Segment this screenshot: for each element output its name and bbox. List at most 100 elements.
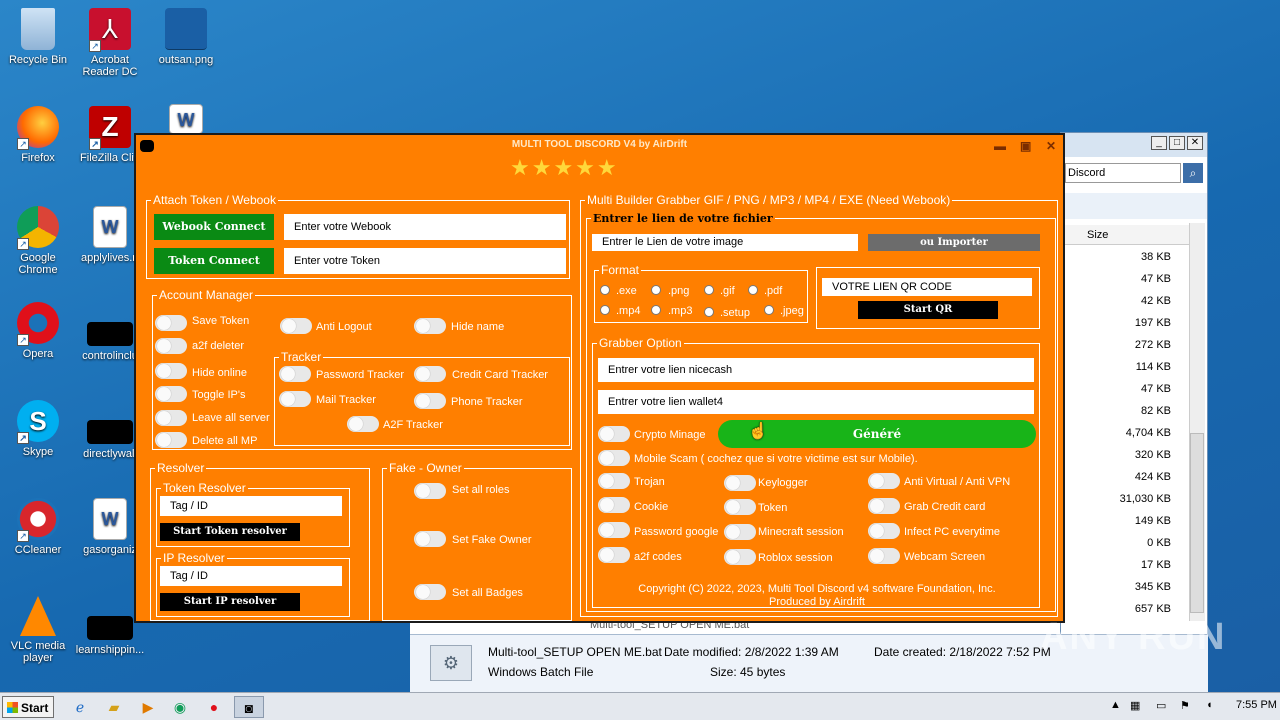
radio-mp3[interactable] [651,305,661,315]
maximize-icon[interactable]: ▣ [1020,139,1031,153]
tracker-legend: Tracker [281,350,322,364]
tray-flag-icon[interactable]: ⚑ [1180,699,1190,712]
details-size: Size: 45 bytes [710,665,786,679]
start-button[interactable]: Start [2,696,54,718]
tray-battery-icon[interactable]: ▭ [1156,699,1166,712]
toggle-webcam-screen[interactable] [868,548,900,564]
toggle-mobile-scam[interactable] [598,450,630,466]
start-qr-button[interactable]: Start QR [858,301,998,319]
minimize-icon[interactable]: ▬ [994,139,1006,153]
radio-gif[interactable] [704,285,714,295]
toggle-minecraft-session[interactable] [724,524,756,540]
toggle-save-token[interactable] [155,315,187,331]
toggle-roblox-session[interactable] [724,549,756,565]
toggle-a2f-deleter[interactable] [155,338,187,354]
toggle-anti-logout[interactable] [280,318,312,334]
desktop-icon-chrome[interactable]: ↗ Google Chrome [0,206,76,276]
toggle-label: Password google [634,526,719,538]
toggle-a2f-codes[interactable] [598,547,630,563]
toggle-delete-all-mp[interactable] [155,432,187,448]
toggle-toggle-ips[interactable] [155,386,187,402]
wallet-input[interactable]: Entrer votre lien wallet4 [598,390,1034,414]
toggle-keylogger[interactable] [724,475,756,491]
qr-panel [816,267,1040,329]
desktop-icon-ccleaner[interactable]: ↗ CCleaner [0,498,76,556]
toggle-phone-tracker[interactable] [414,393,446,409]
toggle-trojan[interactable] [598,473,630,489]
desktop-icon-acrobat[interactable]: ⅄ ↗ Acrobat Reader DC [72,8,148,78]
folder-icon[interactable]: ▰ [100,696,128,718]
maximize-icon[interactable]: □ [1169,136,1185,150]
radio-label: .pdf [764,285,783,297]
explorer-address-bar[interactable]: Discord [1065,163,1181,183]
webook-input[interactable]: Enter votre Webook [284,214,566,240]
radio-setup[interactable] [704,307,714,317]
desktop-icon-firefox[interactable]: ↗ Firefox [0,106,76,164]
toggle-leave-all-server[interactable] [155,410,187,426]
opera-taskbar-icon[interactable]: ● [200,696,228,718]
tray-volume-icon[interactable]: ◖ [1206,699,1213,711]
close-icon[interactable]: ✕ [1187,136,1203,150]
toggle-label: Grab Credit card [904,501,986,513]
start-ip-resolver-button[interactable]: Start IP resolver [160,593,300,611]
tray-arrow-icon[interactable]: ▲ [1110,699,1121,711]
file-link-legend: Entrer le lien de votre fichier [593,212,773,225]
toggle-cookie[interactable] [598,497,630,513]
token-input[interactable]: Enter votre Token [284,248,566,274]
size-cell: 424 KB [1134,471,1171,483]
toggle-a2f-tracker[interactable] [347,416,379,432]
radio-pdf[interactable] [748,285,758,295]
desktop-icon-skype[interactable]: S ↗ Skype [0,400,76,458]
scrollbar-thumb[interactable] [1190,433,1204,613]
word-doc-icon: W [93,206,127,248]
token-connect-button[interactable]: Token Connect [154,248,274,274]
webook-connect-button[interactable]: Webook Connect [154,214,274,240]
radio-mp4[interactable] [600,305,610,315]
discord-taskbar-icon[interactable]: ◙ [234,696,264,718]
radio-png[interactable] [651,285,661,295]
recycle-bin-icon [21,8,55,50]
qr-link-input[interactable]: VOTRE LIEN QR CODE [822,278,1032,296]
toggle-set-all-badges[interactable] [414,584,446,600]
toggle-set-all-roles[interactable] [414,483,446,499]
ip-resolver-input[interactable]: Tag / ID [160,566,342,586]
token-resolver-input[interactable]: Tag / ID [160,496,342,516]
toggle-crypto-minage[interactable] [598,426,630,442]
radio-jpeg[interactable] [764,305,774,315]
file-icon [87,420,133,444]
media-player-icon[interactable]: ▶ [134,696,162,718]
radio-label: .exe [616,285,637,297]
word-doc-icon: W [169,104,203,134]
chrome-taskbar-icon[interactable]: ◉ [166,696,194,718]
toggle-password-google[interactable] [598,522,630,538]
desktop-icon-recycle-bin[interactable]: Recycle Bin [0,8,76,66]
nicecash-input[interactable]: Entrer votre lien nicecash [598,358,1034,382]
close-icon[interactable]: ✕ [1046,139,1056,153]
toggle-set-fake-owner[interactable] [414,531,446,547]
minimize-icon[interactable]: _ [1151,136,1167,150]
toggle-token[interactable] [724,499,756,515]
start-token-resolver-button[interactable]: Start Token resolver [160,523,300,541]
toggle-hide-name[interactable] [414,318,446,334]
toggle-infect-pc[interactable] [868,523,900,539]
import-button[interactable]: ou Importer [868,234,1040,251]
search-icon[interactable]: ⌕ [1183,163,1203,183]
toggle-anti-virtual[interactable] [868,473,900,489]
desktop-icon-opera[interactable]: ↗ Opera [0,302,76,360]
toggle-credit-card-tracker[interactable] [414,366,446,382]
clock[interactable]: 7:55 PM [1236,699,1277,711]
size-column: 38 KB 47 KB 42 KB 197 KB 272 KB 114 KB 4… [1061,247,1171,621]
desktop-icon-label: VLC media player [10,640,66,664]
toggle-grab-credit-card[interactable] [868,498,900,514]
toggle-mail-tracker[interactable] [279,391,311,407]
file-icon [87,616,133,640]
desktop-icon-vlc[interactable]: VLC media player [0,596,76,664]
image-link-input[interactable]: Entrer le Lien de votre image [592,234,858,251]
toggle-hide-online[interactable] [155,363,187,379]
tray-network-icon[interactable]: ▦ [1130,699,1140,712]
toggle-password-tracker[interactable] [279,366,311,382]
desktop-icon-outsan[interactable]: outsan.png [148,8,224,66]
ie-icon[interactable]: ℯ [66,696,94,718]
radio-exe[interactable] [600,285,610,295]
column-header-size[interactable]: Size [1061,225,1189,245]
